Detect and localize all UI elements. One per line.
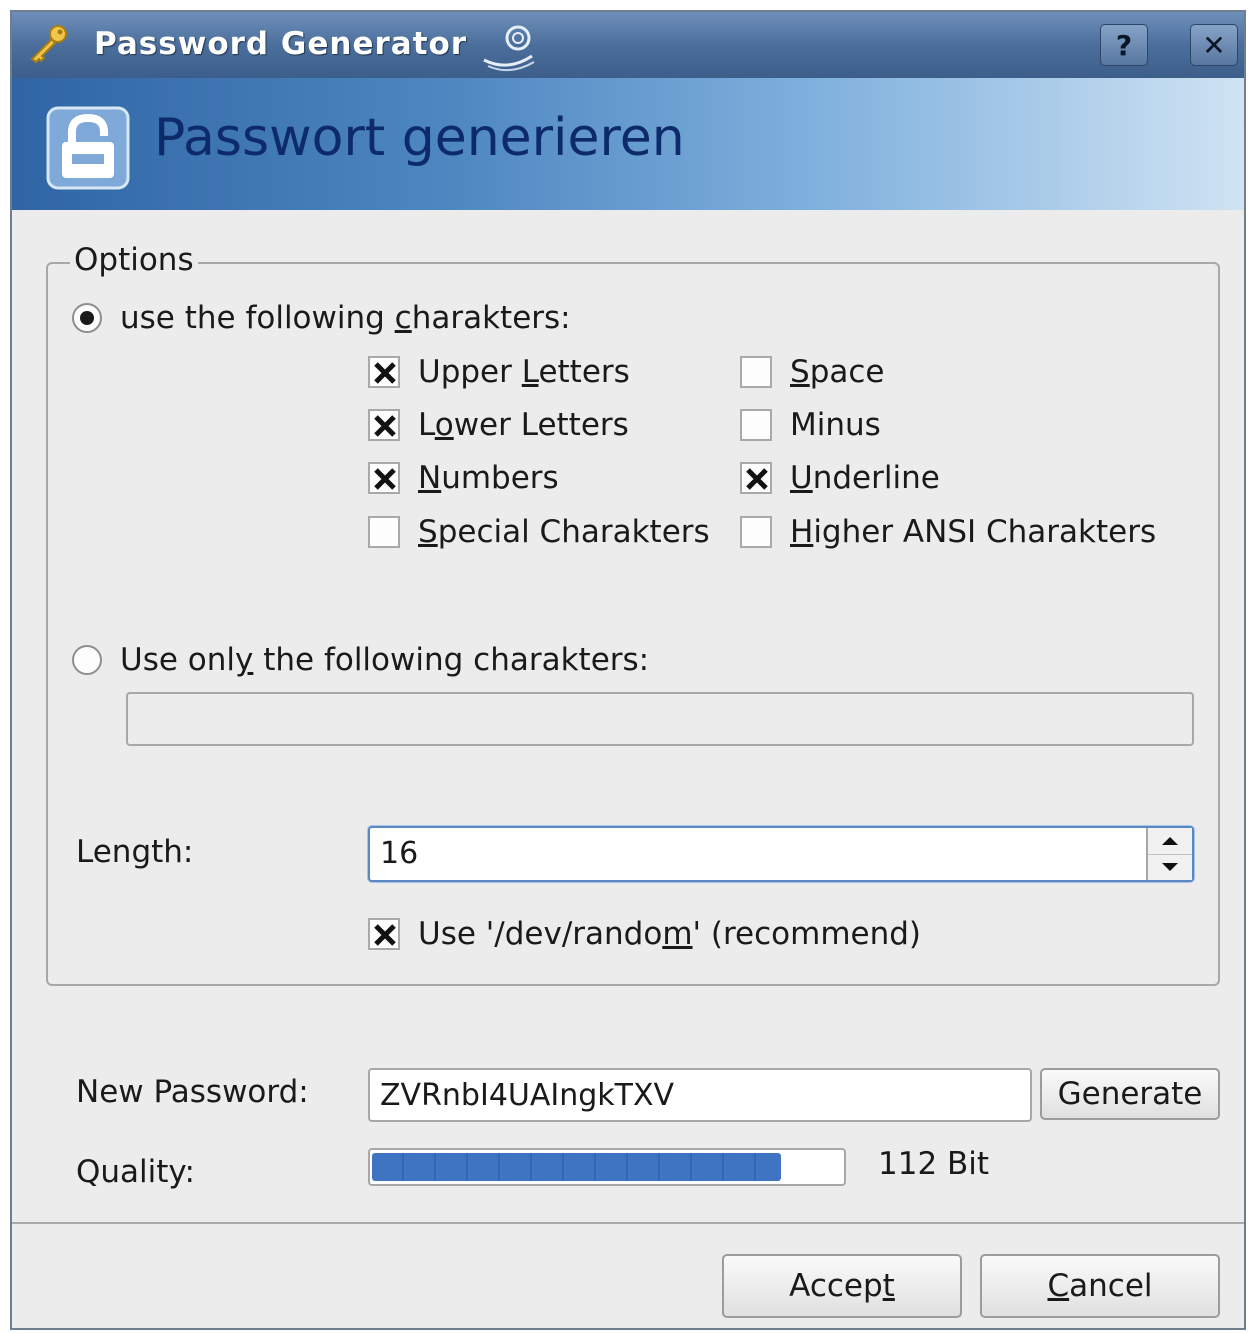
checkbox-label: Upper Letters: [418, 354, 630, 390]
accept-label: Accept: [789, 1268, 895, 1304]
length-spinbox[interactable]: 16: [368, 826, 1194, 882]
quality-text: 112 Bit: [878, 1146, 990, 1182]
title-bar[interactable]: Password Generator ? ✕: [12, 12, 1244, 79]
spin-arrows[interactable]: [1146, 828, 1192, 880]
length-label: Length:: [76, 834, 194, 870]
check-x-icon: [374, 362, 396, 384]
close-button[interactable]: ✕: [1190, 24, 1238, 66]
window-title: Password Generator: [94, 26, 468, 62]
checkbox-underline[interactable]: Underline: [740, 460, 940, 496]
checkbox-box[interactable]: [740, 462, 772, 494]
checkbox-box[interactable]: [368, 918, 400, 950]
checkbox-label: Underline: [790, 460, 940, 496]
length-value[interactable]: 16: [380, 836, 418, 871]
swirl-icon: [483, 25, 535, 72]
checkbox-box[interactable]: [368, 462, 400, 494]
checkbox-box[interactable]: [740, 356, 772, 388]
new-password-label: New Password:: [76, 1074, 309, 1110]
radio-use-following[interactable]: use the following charakters:: [72, 300, 571, 336]
checkbox-label: Minus: [790, 407, 881, 443]
password-generator-window: Password Generator ? ✕ Passwort generier…: [10, 10, 1246, 1330]
check-x-icon: [374, 415, 396, 437]
generate-button[interactable]: Generate: [1040, 1068, 1220, 1120]
options-group-title: Options: [70, 242, 198, 278]
checkbox-box[interactable]: [368, 356, 400, 388]
checkbox-label: Special Charakters: [418, 514, 710, 550]
checkbox-numbers[interactable]: Numbers: [368, 460, 559, 496]
checkbox-label: Numbers: [418, 460, 559, 496]
help-button[interactable]: ?: [1100, 24, 1148, 66]
new-password-field[interactable]: ZVRnbI4UAIngkTXV: [368, 1068, 1032, 1122]
checkbox-box[interactable]: [740, 516, 772, 548]
check-x-icon: [746, 468, 768, 490]
checkbox-minus[interactable]: Minus: [740, 407, 881, 443]
checkbox-label: Use '/dev/random' (recommend): [418, 916, 922, 952]
new-password-value[interactable]: ZVRnbI4UAIngkTXV: [380, 1078, 674, 1113]
checkbox-box[interactable]: [368, 516, 400, 548]
only-chars-input[interactable]: [126, 692, 1194, 746]
checkbox-label: Lower Letters: [418, 407, 629, 443]
spin-down-icon[interactable]: [1148, 854, 1192, 880]
lock-icon: [46, 106, 130, 190]
checkbox-upper-letters[interactable]: Upper Letters: [368, 354, 630, 390]
button-separator: [12, 1222, 1244, 1224]
spin-up-icon[interactable]: [1148, 828, 1192, 855]
checkbox-box[interactable]: [740, 409, 772, 441]
checkbox-special-charakters[interactable]: Special Charakters: [368, 514, 710, 550]
radio-indicator[interactable]: [72, 303, 102, 333]
cancel-label: Cancel: [1047, 1268, 1153, 1304]
checkbox-dev-random[interactable]: Use '/dev/random' (recommend): [368, 916, 921, 952]
key-icon: [30, 25, 67, 64]
quality-label: Quality:: [76, 1154, 195, 1190]
check-x-icon: [374, 924, 396, 946]
radio-indicator[interactable]: [72, 645, 102, 675]
quality-progress-fill: [372, 1153, 781, 1181]
cancel-button[interactable]: Cancel: [980, 1254, 1220, 1318]
quality-progress-bar: [368, 1148, 846, 1186]
check-x-icon: [374, 468, 396, 490]
checkbox-space[interactable]: Space: [740, 354, 884, 390]
accept-button[interactable]: Accept: [722, 1254, 962, 1318]
checkbox-label: Space: [790, 354, 885, 390]
radio-dot: [80, 311, 94, 325]
radio-use-only[interactable]: Use only the following charakters:: [72, 642, 649, 678]
page-heading: Passwort generieren: [154, 108, 685, 168]
header-banner: Passwort generieren: [12, 78, 1244, 210]
checkbox-lower-letters[interactable]: Lower Letters: [368, 407, 629, 443]
checkbox-label: Higher ANSI Charakters: [790, 514, 1157, 550]
checkbox-box[interactable]: [368, 409, 400, 441]
radio-use-following-label: use the following charakters:: [120, 300, 571, 336]
checkbox-higher-ansi[interactable]: Higher ANSI Charakters: [740, 514, 1156, 550]
radio-use-only-label: Use only the following charakters:: [120, 642, 650, 678]
